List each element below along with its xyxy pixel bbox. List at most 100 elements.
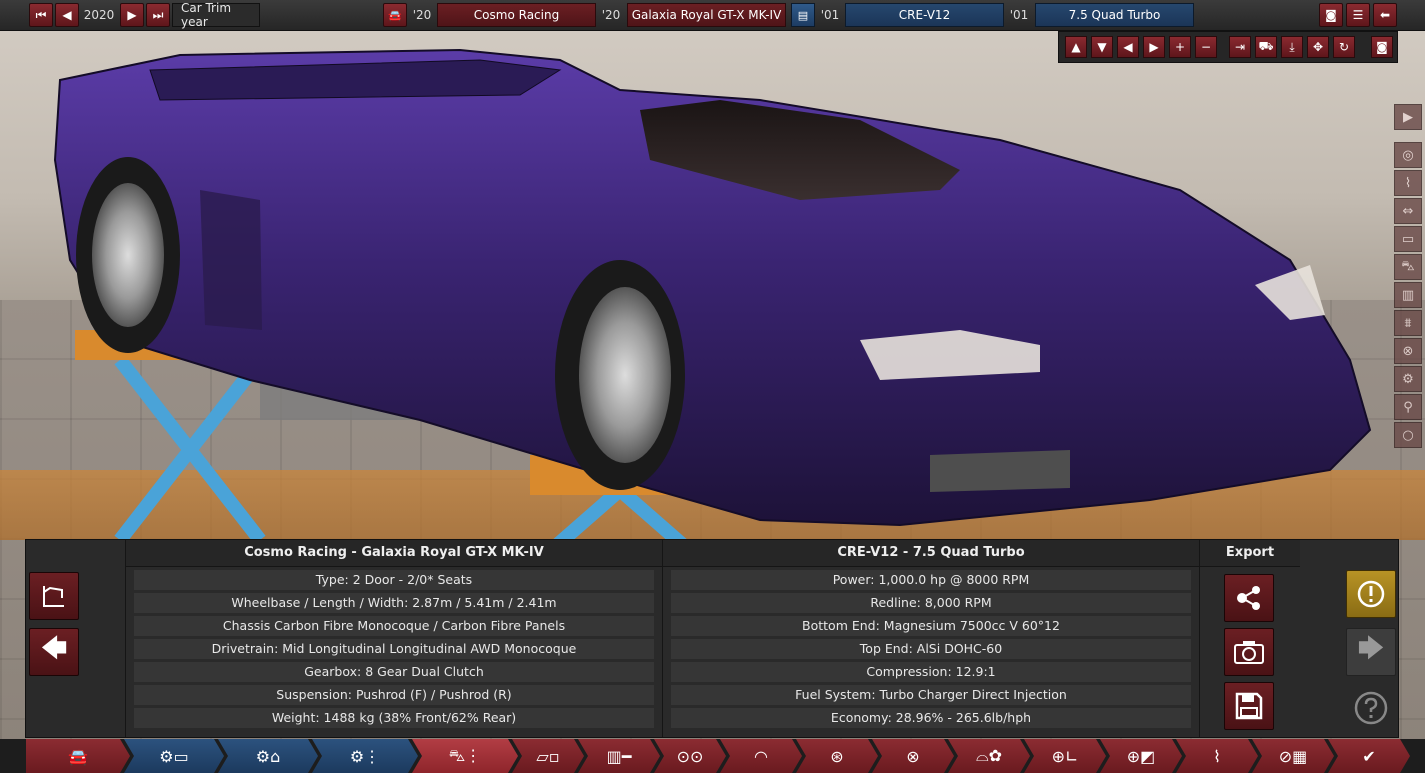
car-side-icon[interactable]: ⛍ <box>1394 254 1422 280</box>
menu-icon[interactable]: ☰ <box>1346 3 1370 27</box>
zoom-out-icon[interactable]: − <box>1195 36 1217 58</box>
photo-button[interactable] <box>1224 628 1274 676</box>
nav-engine[interactable]: ▥━ <box>578 739 660 773</box>
car-summary-column: Cosmo Racing - Galaxia Royal GT-X MK-IV … <box>125 540 662 737</box>
axle-icon[interactable]: ⇔ <box>1394 198 1422 224</box>
rotate-icon[interactable]: ↻ <box>1333 36 1355 58</box>
trim-year-label: Car Trim year <box>172 1 260 29</box>
front-wheel <box>555 260 685 490</box>
checkmark-icon: ✔ <box>1362 746 1376 766</box>
tyre-icon[interactable]: ⊗ <box>1394 338 1422 364</box>
spring-icon[interactable]: ⌇ <box>1394 170 1422 196</box>
spring-icon: ⌇ <box>1213 746 1221 766</box>
prev-icon[interactable]: ◀ <box>55 3 79 27</box>
nav-gearbox[interactable]: ⊙⊙ <box>654 739 726 773</box>
camera-icon[interactable]: ◙ <box>1319 3 1343 27</box>
steering-flag-icon: ⊕◩ <box>1126 746 1156 766</box>
engine-lock-icon: ⚙⌂ <box>255 746 281 766</box>
help-button[interactable] <box>1346 684 1396 732</box>
car-icon: 🚘 <box>68 746 88 766</box>
next-arrow-button[interactable]: 🡆 <box>1346 628 1396 676</box>
nav-engine-setup[interactable]: ⚙⋮ <box>312 739 418 773</box>
engine-variant-selector[interactable]: 7.5 Quad Turbo <box>1035 3 1194 27</box>
camera-icon <box>1234 641 1264 664</box>
car-view-icon[interactable]: ⛟ <box>1255 36 1277 58</box>
nav-body[interactable]: ⌓✿ <box>948 739 1030 773</box>
screenshot-icon[interactable]: ◙ <box>1371 36 1393 58</box>
interior-icon[interactable]: ▥ <box>1394 282 1422 308</box>
car-spec-suspension: Suspension: Pushrod (F) / Pushrod (R) <box>134 685 654 705</box>
chassis-icon: ▱▫ <box>536 746 560 766</box>
lift-icon[interactable]: ⩩ <box>1394 310 1422 336</box>
car-model-icon[interactable]: 🚘 <box>383 3 407 27</box>
engine-spec-redline: Redline: 8,000 RPM <box>671 593 1191 613</box>
nav-engine-variant[interactable]: ⚙⌂ <box>218 739 318 773</box>
nav-interior[interactable]: ⊕∟ <box>1024 739 1106 773</box>
warning-icon <box>1357 580 1385 608</box>
camera-fit-icon[interactable]: ⇥ <box>1229 36 1251 58</box>
nav-tuning[interactable]: ⊕◩ <box>1100 739 1182 773</box>
save-icon <box>1235 692 1263 720</box>
expand-icon[interactable]: ▶ <box>1394 104 1422 130</box>
nav-wheels[interactable]: ⊛ <box>796 739 878 773</box>
camera-down-icon[interactable]: ▼ <box>1091 36 1113 58</box>
nav-engine-family[interactable]: ⚙▭ <box>124 739 224 773</box>
camera-left-icon[interactable]: ◀ <box>1117 36 1139 58</box>
rear-wheel <box>76 157 180 353</box>
side-toolbar: ▶ ◎ ⌇ ⇔ ▭ ⛍ ▥ ⩩ ⊗ ⚙ ⚲ ○ <box>1394 104 1422 450</box>
engine-year: '01 <box>820 8 840 22</box>
nav-finish[interactable]: ✔ <box>1328 739 1410 773</box>
car-spec-gearbox: Gearbox: 8 Gear Dual Clutch <box>134 662 654 682</box>
save-button[interactable] <box>1224 682 1274 730</box>
move-icon[interactable]: ✥ <box>1307 36 1329 58</box>
suspension-icon: ◠ <box>754 746 768 766</box>
zoom-in-icon[interactable]: + <box>1169 36 1191 58</box>
top-toolbar: ⏮ ◀ 2020 ▶ ⏭ Car Trim year 🚘 '20 Cosmo R… <box>0 0 1425 31</box>
nav-testing[interactable]: ⌇ <box>1176 739 1258 773</box>
panel-icon[interactable]: ▭ <box>1394 226 1422 252</box>
nav-chassis[interactable]: ▱▫ <box>512 739 584 773</box>
driver-icon[interactable]: ⚲ <box>1394 394 1422 420</box>
engine-folder-icon: ⚙▭ <box>159 746 189 766</box>
car-spec-chassis: Chassis Carbon Fibre Monocoque / Carbon … <box>134 616 654 636</box>
camera-toolbar: ▲ ▼ ◀ ▶ + − ⇥ ⛟ ⤓ ✥ ↻ ◙ <box>1058 31 1398 63</box>
export-header: Export <box>1200 540 1300 567</box>
designer-steps-nav: 🚘 ⚙▭ ⚙⌂ ⚙⋮ ⛍⋮ ▱▫ ▥━ ⊙⊙ ◠ ⊛ ⊗ ⌓✿ ⊕∟ ⊕◩ ⌇ … <box>0 739 1425 773</box>
engine-spec-bottom-end: Bottom End: Magnesium 7500cc V 60°12 <box>671 616 1191 636</box>
warning-button[interactable] <box>1346 570 1396 618</box>
nav-car-model[interactable]: 🚘 <box>26 739 130 773</box>
car-spec-dimensions: Wheelbase / Length / Width: 2.87m / 5.41… <box>134 593 654 613</box>
engine-spec-economy: Economy: 28.96% - 265.6lb/hph <box>671 708 1191 728</box>
nav-suspension[interactable]: ◠ <box>720 739 802 773</box>
nav-trim-overview[interactable]: ⛍⋮ <box>412 739 518 773</box>
camera-up-icon[interactable]: ▲ <box>1065 36 1087 58</box>
chart-icon[interactable] <box>29 572 79 620</box>
engine-icon[interactable]: ▤ <box>791 3 815 27</box>
car-spec-drivetrain: Drivetrain: Mid Longitudinal Longitudina… <box>134 639 654 659</box>
steering-seat-icon: ⊕∟ <box>1051 746 1079 766</box>
car-spec-weight: Weight: 1488 kg (38% Front/62% Rear) <box>134 708 654 728</box>
nav-test-drive[interactable]: ⊘▦ <box>1252 739 1334 773</box>
next-icon[interactable]: ▶ <box>120 3 144 27</box>
skip-back-icon[interactable]: ⏮ <box>29 3 53 27</box>
back-arrow-button[interactable]: 🡄 <box>29 628 79 676</box>
wheel-icon[interactable]: ◎ <box>1394 142 1422 168</box>
engine-family-selector[interactable]: CRE-V12 <box>845 3 1004 27</box>
camera-right-icon[interactable]: ▶ <box>1143 36 1165 58</box>
skip-forward-icon[interactable]: ⏭ <box>146 3 170 27</box>
gearbox-icon: ⊙⊙ <box>676 746 704 766</box>
circle-icon[interactable]: ○ <box>1394 422 1422 448</box>
share-button[interactable] <box>1224 574 1274 622</box>
summary-panel: 🡄 Cosmo Racing - Galaxia Royal GT-X MK-I… <box>25 539 1399 738</box>
wheel-icon: ⊛ <box>830 746 844 766</box>
settings-icon[interactable]: ⚙ <box>1394 366 1422 392</box>
engine-tree-icon: ⚙⋮ <box>349 746 381 766</box>
trim-year-short: '20 <box>601 8 621 22</box>
nav-tyres[interactable]: ⊗ <box>872 739 954 773</box>
lower-icon[interactable]: ⤓ <box>1281 36 1303 58</box>
back-icon[interactable]: ⬅ <box>1373 3 1397 27</box>
engine-header: CRE-V12 - 7.5 Quad Turbo <box>663 540 1199 567</box>
car-trim-selector[interactable]: Galaxia Royal GT-X MK-IV <box>627 3 786 27</box>
trim-year[interactable]: 2020 <box>81 3 117 27</box>
company-selector[interactable]: Cosmo Racing <box>437 3 596 27</box>
